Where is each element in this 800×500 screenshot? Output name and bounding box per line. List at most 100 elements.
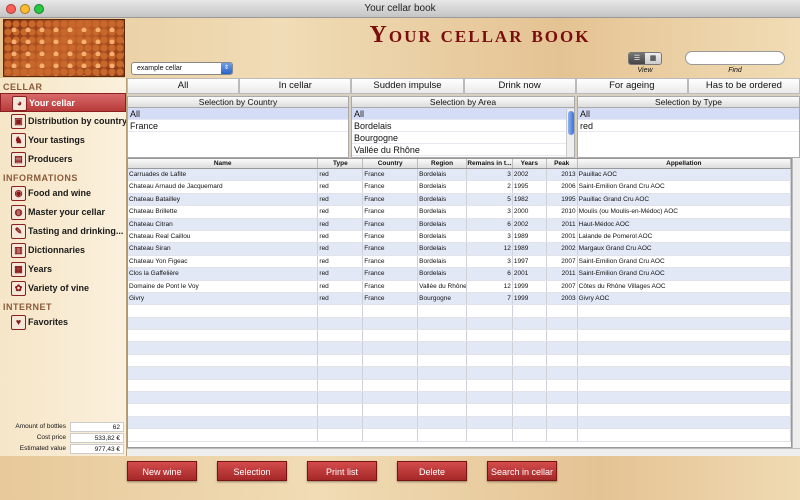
column-header-remains[interactable]: Remains in t...: [467, 159, 513, 168]
table-row[interactable]: Chateau Brillette red France Bordelais 3 2000…: [128, 206, 791, 219]
table-cell: 3: [467, 206, 513, 218]
cellar-select[interactable]: example cellar ⇕: [131, 62, 233, 75]
table-cell: [547, 367, 578, 379]
sidebar-item-years[interactable]: ▦ Years: [0, 260, 126, 279]
area-option[interactable]: Vallée du Rhône: [352, 144, 574, 156]
view-switch[interactable]: ☰ ▦: [628, 52, 662, 65]
sidebar-item-distribution[interactable]: ▣ Distribution by country: [0, 112, 126, 131]
table-row[interactable]: Chateau Real Caillou red France Bordelais 3 1…: [128, 230, 791, 244]
table-vertical-scrollbar[interactable]: [792, 158, 800, 448]
table-row[interactable]: Chateau Citran red France Bordelais 6 2002 201…: [128, 218, 791, 231]
table-row[interactable]: Clos la Gaffelière red France Bordelais 6 200…: [128, 268, 791, 281]
country-option[interactable]: France: [128, 120, 348, 132]
table-cell: France: [363, 292, 419, 305]
table-cell: [128, 317, 319, 330]
tab-has-to-be-ordered[interactable]: Has to be ordered: [687, 78, 800, 94]
column-header-country[interactable]: Country: [363, 159, 419, 168]
table-cell: 3: [467, 255, 513, 268]
table-cell: 2007: [547, 280, 578, 292]
table-cell: [418, 404, 467, 416]
table-cell: [547, 354, 578, 367]
table-cell: [418, 429, 467, 441]
tab-drink-now[interactable]: Drink now: [463, 78, 576, 94]
select-arrows-icon: ⇕: [221, 63, 232, 74]
table-cell: red: [318, 280, 364, 292]
column-header-region[interactable]: Region: [418, 159, 467, 168]
tab-in-cellar[interactable]: In cellar: [239, 78, 352, 94]
column-header-name[interactable]: Name: [128, 159, 319, 168]
table-row[interactable]: Chateau Siran red France Bordelais 12 1989 200…: [128, 243, 791, 256]
sidebar-item-label: Tasting and drinking...: [28, 226, 124, 236]
empty-table-row: [128, 416, 791, 430]
find-input[interactable]: [685, 51, 785, 65]
sidebar-item-producers[interactable]: ▤ Producers: [0, 150, 126, 169]
sidebar-item-food-wine[interactable]: ◉ Food and wine: [0, 184, 126, 203]
column-header-type[interactable]: Type: [318, 159, 364, 168]
new-wine-button[interactable]: New wine: [127, 461, 197, 481]
summary-value: 62: [70, 422, 124, 432]
area-filter: Selection by Area All Bordelais Bourgogn…: [351, 96, 575, 158]
country-option[interactable]: All: [128, 108, 348, 120]
table-row[interactable]: Carruades de Lafite red France Bordelais 3 20…: [128, 169, 791, 182]
table-cell: [418, 305, 467, 317]
tab-sudden-impulse[interactable]: Sudden impulse: [351, 78, 464, 94]
find-label: Find: [728, 67, 742, 74]
table-row[interactable]: Chateau Yon Figeac red France Bordelais 3 199…: [128, 255, 791, 269]
sidebar-item-favorites[interactable]: ♥ Favorites: [0, 313, 126, 332]
table-cell: [363, 354, 419, 367]
column-header-peak[interactable]: Peak: [547, 159, 578, 168]
title-bar: Your cellar book: [0, 0, 800, 18]
table-row[interactable]: Domaine de Pont le Voy red France Vallée du…: [128, 280, 791, 293]
sidebar-item-label: Food and wine: [28, 188, 91, 198]
table-cell: [318, 367, 364, 379]
table-row[interactable]: Chateau Arnaud de Jacquemard red France Bor…: [128, 181, 791, 194]
table-cell: [318, 305, 364, 317]
table-cell: France: [363, 193, 419, 206]
table-cell: red: [318, 169, 364, 181]
list-view-icon[interactable]: ☰: [629, 53, 645, 64]
sidebar-item-dictionnaries[interactable]: ▥ Dictionnaries: [0, 241, 126, 260]
area-option[interactable]: Bordelais: [352, 120, 574, 132]
table-cell: Haut-Médoc AOC: [578, 218, 791, 230]
column-header-years[interactable]: Years: [513, 159, 547, 168]
table-cell: [418, 330, 467, 342]
sidebar-item-your-cellar[interactable]: ◕ Your cellar: [0, 93, 126, 112]
area-scrollbar[interactable]: [566, 109, 574, 157]
area-option[interactable]: Bourgogne: [352, 132, 574, 144]
grid-view-icon[interactable]: ▦: [645, 53, 661, 64]
table-horizontal-scrollbar[interactable]: [127, 448, 800, 456]
area-option[interactable]: All: [352, 108, 574, 120]
delete-button[interactable]: Delete: [397, 461, 467, 481]
search-in-cellar-button[interactable]: Search in cellar: [487, 461, 557, 481]
table-row[interactable]: Givry red France Bourgogne 7 1999 2003 Givry AO…: [128, 292, 791, 306]
table-cell: [363, 416, 419, 429]
table-cell: [318, 392, 364, 404]
sidebar-item-tastings[interactable]: ♞ Your tastings: [0, 131, 126, 150]
sidebar-item-label: Distribution by country: [28, 116, 126, 126]
table-cell: red: [318, 218, 364, 230]
sidebar-item-master-cellar[interactable]: ◍ Master your cellar: [0, 203, 126, 222]
table-header: Name Type Country Region Remains in t...…: [128, 159, 791, 169]
sidebar-item-variety[interactable]: ✿ Variety of vine: [0, 279, 126, 298]
table-cell: Vallée du Rhône: [418, 280, 467, 292]
table-row[interactable]: Chateau Batailley red France Bordelais 5 1982…: [128, 193, 791, 207]
selection-button[interactable]: Selection: [217, 461, 287, 481]
table-cell: [363, 342, 419, 354]
table-cell: [467, 330, 513, 342]
print-list-button[interactable]: Print list: [307, 461, 377, 481]
table-cell: 1999: [513, 280, 547, 292]
column-header-appellation[interactable]: Appellation: [578, 159, 791, 168]
table-cell: [578, 429, 791, 441]
empty-table-row: [128, 392, 791, 405]
empty-table-row: [128, 367, 791, 380]
producer-icon: ▤: [11, 152, 26, 167]
tab-all[interactable]: All: [127, 78, 240, 94]
table-cell: red: [318, 230, 364, 243]
table-cell: Bourgogne: [418, 292, 467, 305]
table-cell: Givry: [128, 292, 319, 305]
sidebar-item-tasting-drinking[interactable]: ✎ Tasting and drinking...: [0, 222, 126, 241]
logo-image: [3, 19, 125, 77]
tab-for-ageing[interactable]: For ageing: [575, 78, 688, 94]
type-option[interactable]: red: [578, 120, 799, 132]
type-option[interactable]: All: [578, 108, 799, 120]
